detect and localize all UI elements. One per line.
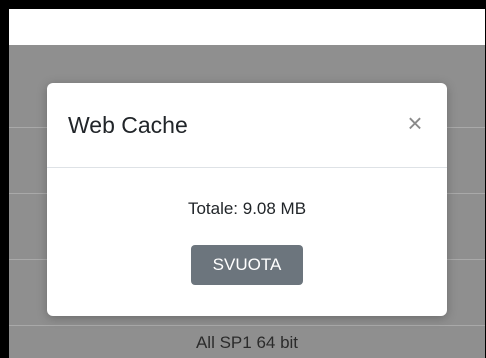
modal-title: Web Cache xyxy=(68,112,188,138)
web-cache-modal: Web Cache × Totale: 9.08 MB SVUOTA xyxy=(47,83,447,316)
background-row-text: All SP1 64 bit xyxy=(195,333,299,352)
cache-total-text: Totale: 9.08 MB xyxy=(187,199,307,218)
empty-cache-button[interactable]: SVUOTA xyxy=(191,245,303,285)
modal-header: Web Cache × xyxy=(47,83,447,168)
table-row-divider xyxy=(9,325,485,326)
modal-body: Totale: 9.08 MB SVUOTA xyxy=(47,168,447,316)
close-icon[interactable]: × xyxy=(403,110,427,136)
window-frame: All SP1 64 bit Web Cache × Totale: 9.08 … xyxy=(9,9,485,358)
top-bar xyxy=(9,9,485,45)
